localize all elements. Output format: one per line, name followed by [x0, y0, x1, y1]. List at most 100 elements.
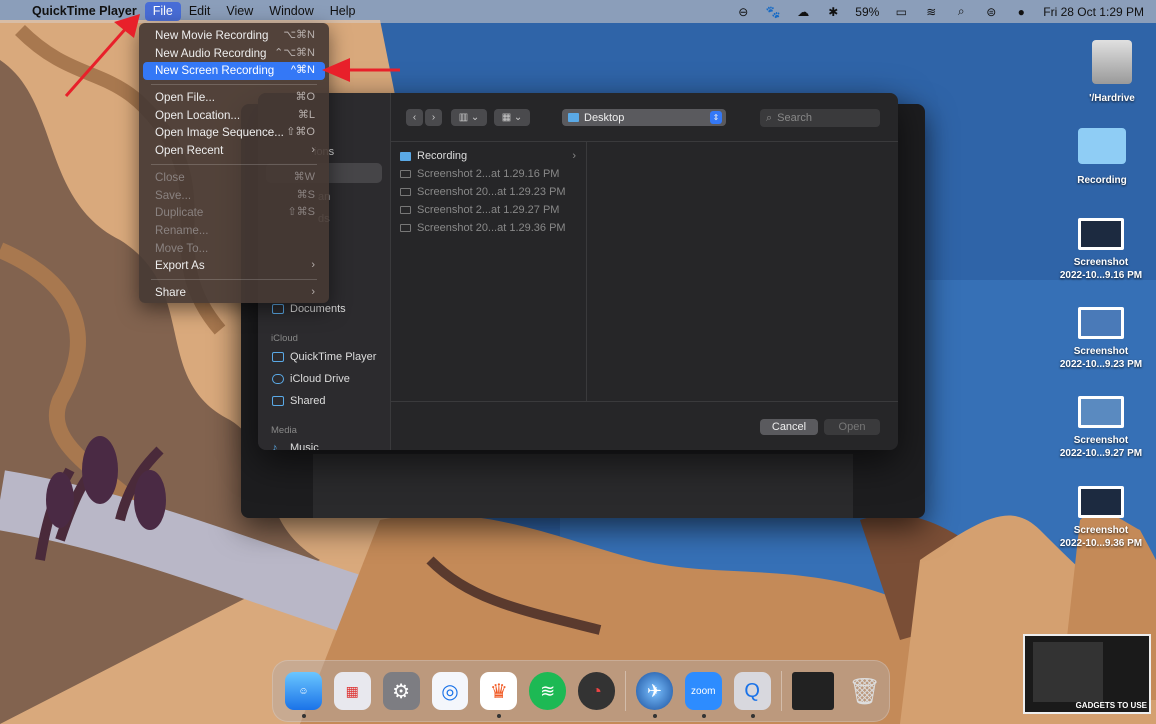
desktop-icon-hardrive[interactable]: '/Hardrive [1067, 40, 1156, 105]
cloud-sync-icon[interactable]: ☁ [795, 5, 811, 19]
menu-item-shortcut: ⌃⌥⌘N [274, 46, 315, 59]
menu-file[interactable]: File [144, 2, 181, 21]
zoom-label: zoom [691, 685, 716, 697]
desktop-icon-screenshot[interactable]: Screenshot 2022-10...9.36 PM [1056, 486, 1146, 550]
bluetooth-icon[interactable]: ✱ [825, 5, 841, 19]
launchpad-icon[interactable]: ▦ [333, 672, 371, 710]
menu-item-new-screen-recording[interactable]: New Screen Recording ^⌘N [143, 62, 325, 81]
menu-item-label: Open Location... [155, 108, 241, 122]
menu-item-label: Move To... [155, 241, 209, 255]
screenshot-preview-thumbnail[interactable]: GADGETS TO USE [1023, 634, 1151, 714]
paw-icon[interactable]: 🐾 [765, 5, 781, 19]
menu-separator [151, 84, 317, 86]
menu-item-label: Open Recent [155, 144, 224, 158]
menu-item-open-image-sequence[interactable]: Open Image Sequence... ⇧⌘O [143, 124, 325, 142]
column-view-button[interactable]: ▥ ⌄ [451, 109, 487, 126]
menu-item-close[interactable]: Close ⌘W [143, 169, 325, 187]
menu-edit[interactable]: Edit [181, 0, 219, 23]
image-file-icon [400, 206, 411, 214]
sidebar-item-music[interactable]: ♪ Music [272, 442, 319, 450]
menu-separator [151, 278, 317, 280]
desktop-icon-label: Screenshot [1073, 257, 1129, 268]
finder-icon[interactable]: ☺ [285, 672, 322, 718]
menu-item-open-location[interactable]: Open Location... ⌘L [143, 107, 325, 125]
wifi-icon[interactable]: ≋ [923, 5, 939, 19]
desktop-icon-recording-folder[interactable]: Recording [1057, 128, 1147, 187]
file-row[interactable]: Screenshot 20...at 1.29.36 PM [400, 219, 578, 237]
menu-bar: QuickTime Player File Edit View Window H… [0, 0, 1156, 23]
battery-icon[interactable]: ▭ [893, 5, 909, 19]
file-row[interactable]: Screenshot 2...at 1.29.27 PM [400, 201, 578, 219]
trash-icon[interactable]: 🗑 [846, 672, 883, 710]
location-label: Desktop [584, 111, 625, 124]
desktop-icon-screenshot[interactable]: Screenshot 2022-10...9.27 PM [1056, 396, 1146, 460]
sidebar-item-quicktime[interactable]: QuickTime Player [272, 351, 376, 363]
globe-app-icon[interactable]: ✈ [635, 672, 673, 718]
menu-view[interactable]: View [218, 0, 261, 23]
group-view-button[interactable]: ▦ ⌄ [494, 109, 530, 126]
back-button[interactable]: ‹ [406, 109, 423, 126]
menu-item-new-movie-recording[interactable]: New Movie Recording ⌥⌘N [143, 27, 325, 45]
location-popup[interactable]: Desktop ⇕ [562, 109, 726, 126]
system-preferences-icon[interactable]: ⚙ [382, 672, 420, 710]
menu-item-duplicate[interactable]: Duplicate ⇧⌘S [143, 204, 325, 222]
sidebar-label: Shared [290, 395, 326, 407]
sidebar-item-icloud-drive[interactable]: iCloud Drive [272, 373, 350, 385]
zoom-icon[interactable]: zoom [684, 672, 722, 718]
spotify-icon[interactable]: ≋ [529, 672, 567, 710]
open-button[interactable]: Open [824, 419, 880, 435]
file-row-recording[interactable]: Recording › [400, 147, 578, 165]
chevron-right-icon: › [572, 150, 576, 162]
app-menu-quicktime[interactable]: QuickTime Player [24, 0, 145, 23]
desktop-icon-sublabel: 2022-10...9.16 PM [1059, 270, 1143, 281]
forward-button[interactable]: › [425, 109, 442, 126]
menu-item-new-audio-recording[interactable]: New Audio Recording ⌃⌥⌘N [143, 45, 325, 63]
do-not-disturb-icon[interactable]: ⊖ [735, 5, 751, 19]
cancel-button[interactable]: Cancel [760, 419, 818, 435]
recording-window-panel [313, 454, 853, 518]
menu-help[interactable]: Help [322, 0, 364, 23]
menu-item-share[interactable]: Share › [143, 284, 325, 302]
quicktime-player-icon[interactable]: Q [733, 672, 771, 718]
sidebar-item-documents[interactable]: Documents [272, 303, 346, 315]
safari-icon[interactable]: ◎ [431, 672, 469, 710]
spotlight-search-icon[interactable]: ⌕ [953, 4, 969, 19]
file-menu-dropdown: New Movie Recording ⌥⌘N New Audio Recordi… [139, 23, 329, 303]
dialog-footer: Cancel Open [390, 401, 898, 450]
file-name: Screenshot 2...at 1.29.27 PM [417, 204, 560, 216]
file-row[interactable]: Screenshot 20...at 1.29.23 PM [400, 183, 578, 201]
menu-item-open-recent[interactable]: Open Recent › [143, 142, 325, 160]
dialog-toolbar: ‹ › ▥ ⌄ ▦ ⌄ Desktop ⇕ ⌕ Search [390, 93, 898, 142]
image-file-icon [400, 170, 411, 178]
menu-item-shortcut: ⇧⌘O [286, 126, 315, 139]
menu-window[interactable]: Window [261, 0, 321, 23]
chevron-right-icon: › [311, 259, 315, 272]
search-field[interactable]: ⌕ Search [760, 109, 880, 127]
open-file-dialog: ions an ds Documents iCloud QuickTime Pl… [258, 93, 898, 450]
screenshot-thumbnail-icon [1078, 218, 1124, 250]
brave-browser-icon[interactable]: ♛ [480, 672, 518, 718]
image-file-icon [400, 224, 411, 232]
menu-item-shortcut: ⇧⌘S [287, 206, 315, 219]
clock[interactable]: Fri 28 Oct 1:29 PM [1043, 5, 1144, 19]
sidebar-header-icloud: iCloud [271, 333, 298, 344]
desktop-icon-screenshot[interactable]: Screenshot 2022-10...9.23 PM [1056, 307, 1146, 371]
menu-item-shortcut: ⌘W [293, 170, 315, 183]
screen-recorder-icon[interactable]: ◔ [578, 672, 616, 710]
sidebar-item-shared[interactable]: Shared [272, 395, 325, 407]
menu-item-open-file[interactable]: Open File... ⌘O [143, 89, 325, 107]
dock-separator [780, 671, 782, 711]
menubar-status-area: ⊖ 🐾 ☁ ✱ 59% ▭ ≋ ⌕ ⊜ ● Fri 28 Oct 1:29 PM [735, 0, 1144, 23]
menu-item-rename[interactable]: Rename... [143, 222, 325, 240]
minimized-window-thumbnail[interactable] [791, 672, 835, 710]
desktop-icon-screenshot[interactable]: Screenshot 2022-10...9.16 PM [1056, 218, 1146, 282]
menu-item-move-to[interactable]: Move To... [143, 240, 325, 258]
menu-item-export-as[interactable]: Export As › [143, 257, 325, 275]
siri-icon[interactable]: ● [1013, 5, 1029, 19]
menu-item-label: Share [155, 285, 186, 299]
file-row[interactable]: Screenshot 2...at 1.29.16 PM [400, 165, 578, 183]
menu-item-label: Open File... [155, 91, 215, 105]
menu-item-shortcut: ⌘O [295, 91, 315, 104]
control-center-icon[interactable]: ⊜ [983, 5, 999, 19]
menu-item-save[interactable]: Save... ⌘S [143, 187, 325, 205]
